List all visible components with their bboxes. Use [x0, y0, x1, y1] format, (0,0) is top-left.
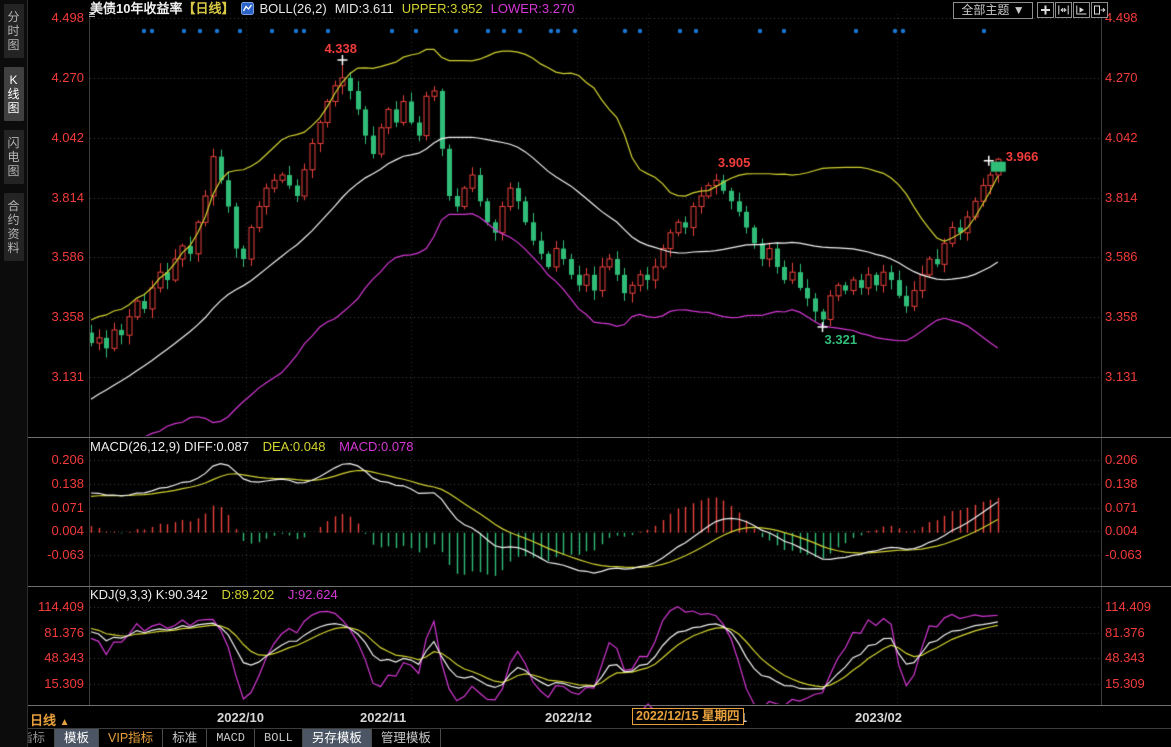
sidebar-item-2[interactable]: 闪电图: [4, 130, 24, 184]
chart-dates-divider: [0, 705, 1171, 706]
main-axis-label: 4.042: [1105, 130, 1138, 145]
bottom-tab-6[interactable]: 另存模板: [303, 729, 372, 747]
price-annotation: 3.905: [718, 155, 751, 170]
kdj-axis-label: 81.376: [28, 625, 84, 640]
kdj-axis-label: 15.309: [1105, 676, 1145, 691]
bottom-tab-1[interactable]: 模板: [55, 729, 99, 747]
main-axis-label: 4.270: [28, 70, 84, 85]
chart-canvas[interactable]: [0, 0, 1171, 747]
main-axis-label: 4.042: [28, 130, 84, 145]
macd-axis-label: 0.138: [1105, 476, 1138, 491]
main-axis-label: 3.814: [28, 190, 84, 205]
zoom-in-icon[interactable]: [1073, 2, 1090, 18]
boll-mid-value: MID:3.611: [335, 1, 394, 16]
line-chart-icon[interactable]: [241, 2, 254, 19]
kdj-axis-label: 114.409: [28, 599, 84, 614]
boll-upper-value: UPPER:3.952: [402, 1, 483, 16]
main-axis-label: 3.586: [1105, 249, 1138, 264]
main-axis-label: 3.586: [28, 249, 84, 264]
kdj-axis-label: 114.409: [1105, 599, 1151, 614]
sidebar-item-1[interactable]: K线图: [4, 67, 24, 121]
kdj-indicator-name[interactable]: KDJ(9,3,3): [90, 587, 152, 602]
x-axis-date-label: 2022/12: [545, 710, 592, 725]
price-annotation: 3.321: [825, 332, 858, 347]
kdj-axis-label: 48.343: [28, 650, 84, 665]
period-text: 日线: [30, 713, 56, 728]
bottom-tab-5[interactable]: BOLL: [255, 729, 303, 747]
main-macd-divider: [27, 437, 1171, 438]
kdj-axis-label: 48.343: [1105, 650, 1145, 665]
macd-diff-value: DIFF:0.087: [184, 439, 249, 454]
chart-type-sidebar: 分时图 K线图闪电图合约资料: [0, 0, 28, 747]
macd-axis-label: -0.063: [1105, 547, 1142, 562]
kdj-axis-label: 15.309: [28, 676, 84, 691]
bottom-tab-2[interactable]: VIP指标: [99, 729, 163, 747]
kdj-j-value: J:92.624: [288, 587, 338, 602]
price-annotation: 3.966: [1006, 149, 1039, 164]
macd-axis-label: 0.071: [28, 500, 84, 515]
chart-header: 美债10年收益率【日线】 BOLL(26,2) MID:3.611 UPPER:3.9…: [90, 1, 574, 17]
sidebar-item-0[interactable]: 分时图: [4, 4, 24, 58]
main-axis-label: 4.498: [28, 10, 84, 25]
pan-right-icon[interactable]: [1091, 2, 1108, 18]
x-axis-date-label: 2022/10: [217, 710, 264, 725]
bottom-tab-7[interactable]: 管理模板: [372, 729, 441, 747]
boll-lower-value: LOWER:3.270: [491, 1, 575, 16]
right-plot-border: [1101, 14, 1102, 705]
macd-axis-label: -0.063: [28, 547, 84, 562]
compress-horizontal-icon[interactable]: [1055, 2, 1072, 18]
kdj-axis-label: 81.376: [1105, 625, 1145, 640]
macd-axis-label: 0.138: [28, 476, 84, 491]
period-selector[interactable]: 日线 ▲: [30, 710, 70, 729]
macd-pane-header: MACD(26,12,9) DIFF:0.087 DEA:0.048 MACD:…: [90, 440, 414, 454]
kdj-d-value: D:89.202: [221, 587, 274, 602]
main-axis-label: 4.498: [1105, 10, 1138, 25]
crosshair-move-icon[interactable]: [1037, 2, 1054, 18]
indicator-tab-bar: 指标模板VIP指标标准MACDBOLL另存模板管理模板: [11, 729, 441, 747]
macd-macd-value: MACD:0.078: [339, 439, 413, 454]
sidebar-item-3[interactable]: 合约资料: [4, 193, 24, 261]
bottom-tab-3[interactable]: 标准: [163, 729, 207, 747]
crosshair-date-tooltip: 2022/12/15 星期四: [632, 708, 744, 725]
macd-axis-label: 0.004: [1105, 523, 1138, 538]
macd-axis-label: 0.206: [1105, 452, 1138, 467]
price-annotation: 4.338: [324, 41, 357, 56]
theme-dropdown-button[interactable]: 全部主题 ▼: [953, 2, 1033, 19]
period-tag: 【日线】: [182, 1, 234, 16]
macd-axis-label: 0.206: [28, 452, 84, 467]
macd-indicator-name[interactable]: MACD(26,12,9): [90, 439, 180, 454]
main-axis-label: 3.814: [1105, 190, 1138, 205]
main-axis-label: 3.131: [1105, 369, 1138, 384]
main-axis-label: 3.358: [1105, 309, 1138, 324]
instrument-title: 美债10年收益率: [90, 1, 182, 16]
macd-dea-value: DEA:0.048: [263, 439, 326, 454]
period-caret-icon: ▲: [60, 717, 70, 728]
kdj-k-value: K:90.342: [156, 587, 208, 602]
x-axis-date-label: 2022/11: [360, 710, 406, 725]
macd-axis-label: 0.004: [28, 523, 84, 538]
bottom-tab-4[interactable]: MACD: [207, 729, 255, 747]
boll-indicator-name[interactable]: BOLL(26,2): [259, 1, 326, 16]
main-axis-label: 3.358: [28, 309, 84, 324]
main-axis-label: 3.131: [28, 369, 84, 384]
main-axis-label: 4.270: [1105, 70, 1138, 85]
trading-app-window: 分时图 K线图闪电图合约资料 美债10年收益率【日线】 BOLL(26,2) MID:…: [0, 0, 1171, 747]
x-axis-date-label: 2023/02: [855, 710, 902, 725]
kdj-pane-header: KDJ(9,3,3) K:90.342 D:89.202 J:92.624: [90, 588, 338, 602]
macd-axis-label: 0.071: [1105, 500, 1138, 515]
